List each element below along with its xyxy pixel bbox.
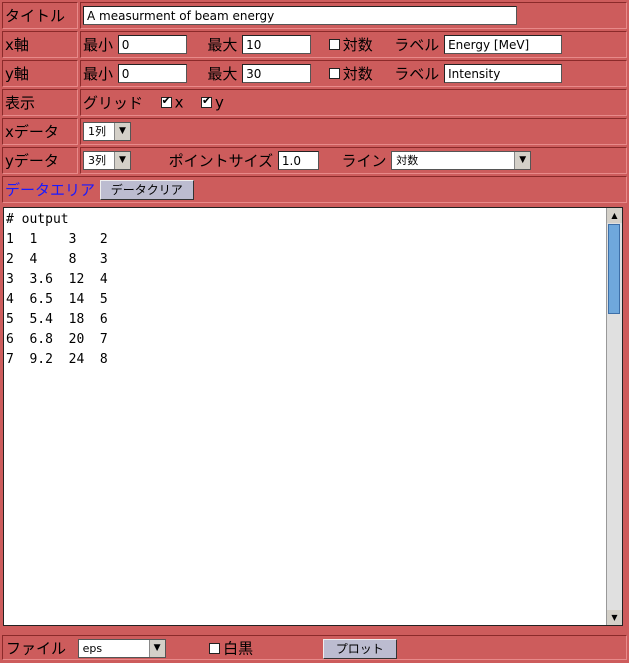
grid-x-label: x	[174, 93, 184, 112]
x-min-label: 最小	[83, 36, 114, 54]
x-label-input[interactable]: Energy [MeV]	[444, 35, 563, 54]
point-size-input[interactable]: 1.0	[277, 151, 319, 170]
title-input[interactable]: A measurment of beam energy	[83, 6, 517, 25]
y-axis-cell: 最小 0 最大 30 対数 ラベル Intensity	[80, 60, 627, 87]
bottom-cell: ファイル eps ▼ 白黒 プロット	[2, 635, 627, 660]
display-row: 表示 グリッド x y	[2, 89, 627, 116]
title-row: タイトル A measurment of beam energy	[2, 2, 627, 29]
vertical-scrollbar[interactable]: ▲ ▼	[606, 208, 622, 625]
chevron-down-icon: ▼	[114, 152, 130, 169]
display-label: 表示	[2, 89, 78, 116]
scroll-up-icon[interactable]: ▲	[607, 208, 622, 223]
data-textarea[interactable]: # output 1 1 3 2 2 4 8 3 3 3.6 12 4 4 6.…	[3, 207, 623, 626]
plot-button[interactable]: プロット	[322, 638, 397, 659]
file-format-selected: eps	[82, 642, 103, 655]
x-data-selected: 1列	[88, 125, 106, 138]
scroll-thumb[interactable]	[608, 224, 620, 314]
display-cell: グリッド x y	[80, 89, 627, 116]
point-size-label: ポイントサイズ	[168, 152, 274, 170]
title-cell: A measurment of beam energy	[80, 2, 627, 29]
x-axis-cell: 最小 0 最大 10 対数 ラベル Energy [MeV]	[80, 31, 627, 58]
chevron-down-icon: ▼	[148, 640, 165, 657]
x-data-cell: 1列 ▼	[80, 118, 627, 145]
data-text: # output 1 1 3 2 2 4 8 3 3 3.6 12 4 4 6.…	[6, 212, 108, 367]
x-max-input[interactable]: 10	[242, 35, 312, 54]
x-log-checkbox[interactable]	[328, 39, 340, 50]
file-label: ファイル	[6, 639, 67, 658]
y-min-input[interactable]: 0	[117, 64, 187, 83]
line-selected: 対数	[396, 154, 419, 167]
grid-x-checkbox[interactable]	[160, 94, 172, 108]
x-label-label: ラベル	[394, 36, 440, 54]
x-data-row: xデータ 1列 ▼	[2, 118, 627, 145]
x-log-label: 対数	[342, 36, 373, 54]
data-clear-button[interactable]: データクリア	[99, 179, 194, 200]
y-max-label: 最大	[207, 65, 238, 83]
bottom-bar: ファイル eps ▼ 白黒 プロット	[0, 633, 629, 663]
x-axis-label: x軸	[2, 31, 78, 58]
mono-checkbox[interactable]	[209, 643, 221, 654]
y-min-label: 最小	[83, 65, 114, 83]
x-axis-row: x軸 最小 0 最大 10 対数 ラベル Energy [MeV]	[2, 31, 627, 58]
data-area-row: データエリア データクリア	[2, 176, 627, 203]
y-log-checkbox[interactable]	[328, 68, 340, 79]
chevron-down-icon: ▼	[114, 123, 130, 140]
y-data-label: yデータ	[2, 147, 78, 174]
grid-y-checkbox[interactable]	[201, 94, 213, 108]
x-max-label: 最大	[207, 36, 238, 54]
scroll-down-icon[interactable]: ▼	[607, 610, 622, 625]
y-axis-label: y軸	[2, 60, 78, 87]
x-data-select[interactable]: 1列 ▼	[83, 122, 131, 141]
y-data-select[interactable]: 3列 ▼	[83, 151, 131, 170]
y-data-row: yデータ 3列 ▼ ポイントサイズ 1.0 ライン 対数 ▼	[2, 147, 627, 174]
title-label: タイトル	[2, 2, 78, 29]
settings-table: タイトル A measurment of beam energy x軸 最小 0…	[0, 0, 629, 205]
mono-label: 白黒	[223, 639, 254, 658]
y-log-label: 対数	[342, 65, 373, 83]
y-data-selected: 3列	[88, 154, 106, 167]
y-axis-row: y軸 最小 0 最大 30 対数 ラベル Intensity	[2, 60, 627, 87]
grid-y-label: y	[215, 93, 224, 112]
line-select[interactable]: 対数 ▼	[391, 151, 532, 170]
y-max-input[interactable]: 30	[242, 64, 312, 83]
plot-form: タイトル A measurment of beam energy x軸 最小 0…	[0, 0, 629, 663]
x-min-input[interactable]: 0	[117, 35, 187, 54]
file-format-select[interactable]: eps ▼	[77, 639, 166, 658]
y-label-input[interactable]: Intensity	[444, 64, 563, 83]
data-area-label: データエリア	[5, 181, 96, 199]
data-area-cell: データエリア データクリア	[2, 176, 627, 203]
y-data-cell: 3列 ▼ ポイントサイズ 1.0 ライン 対数 ▼	[80, 147, 627, 174]
y-label-label: ラベル	[394, 65, 440, 83]
chevron-down-icon: ▼	[514, 152, 531, 169]
line-label: ライン	[341, 152, 387, 170]
grid-label: グリッド	[83, 94, 144, 112]
x-data-label: xデータ	[2, 118, 78, 145]
